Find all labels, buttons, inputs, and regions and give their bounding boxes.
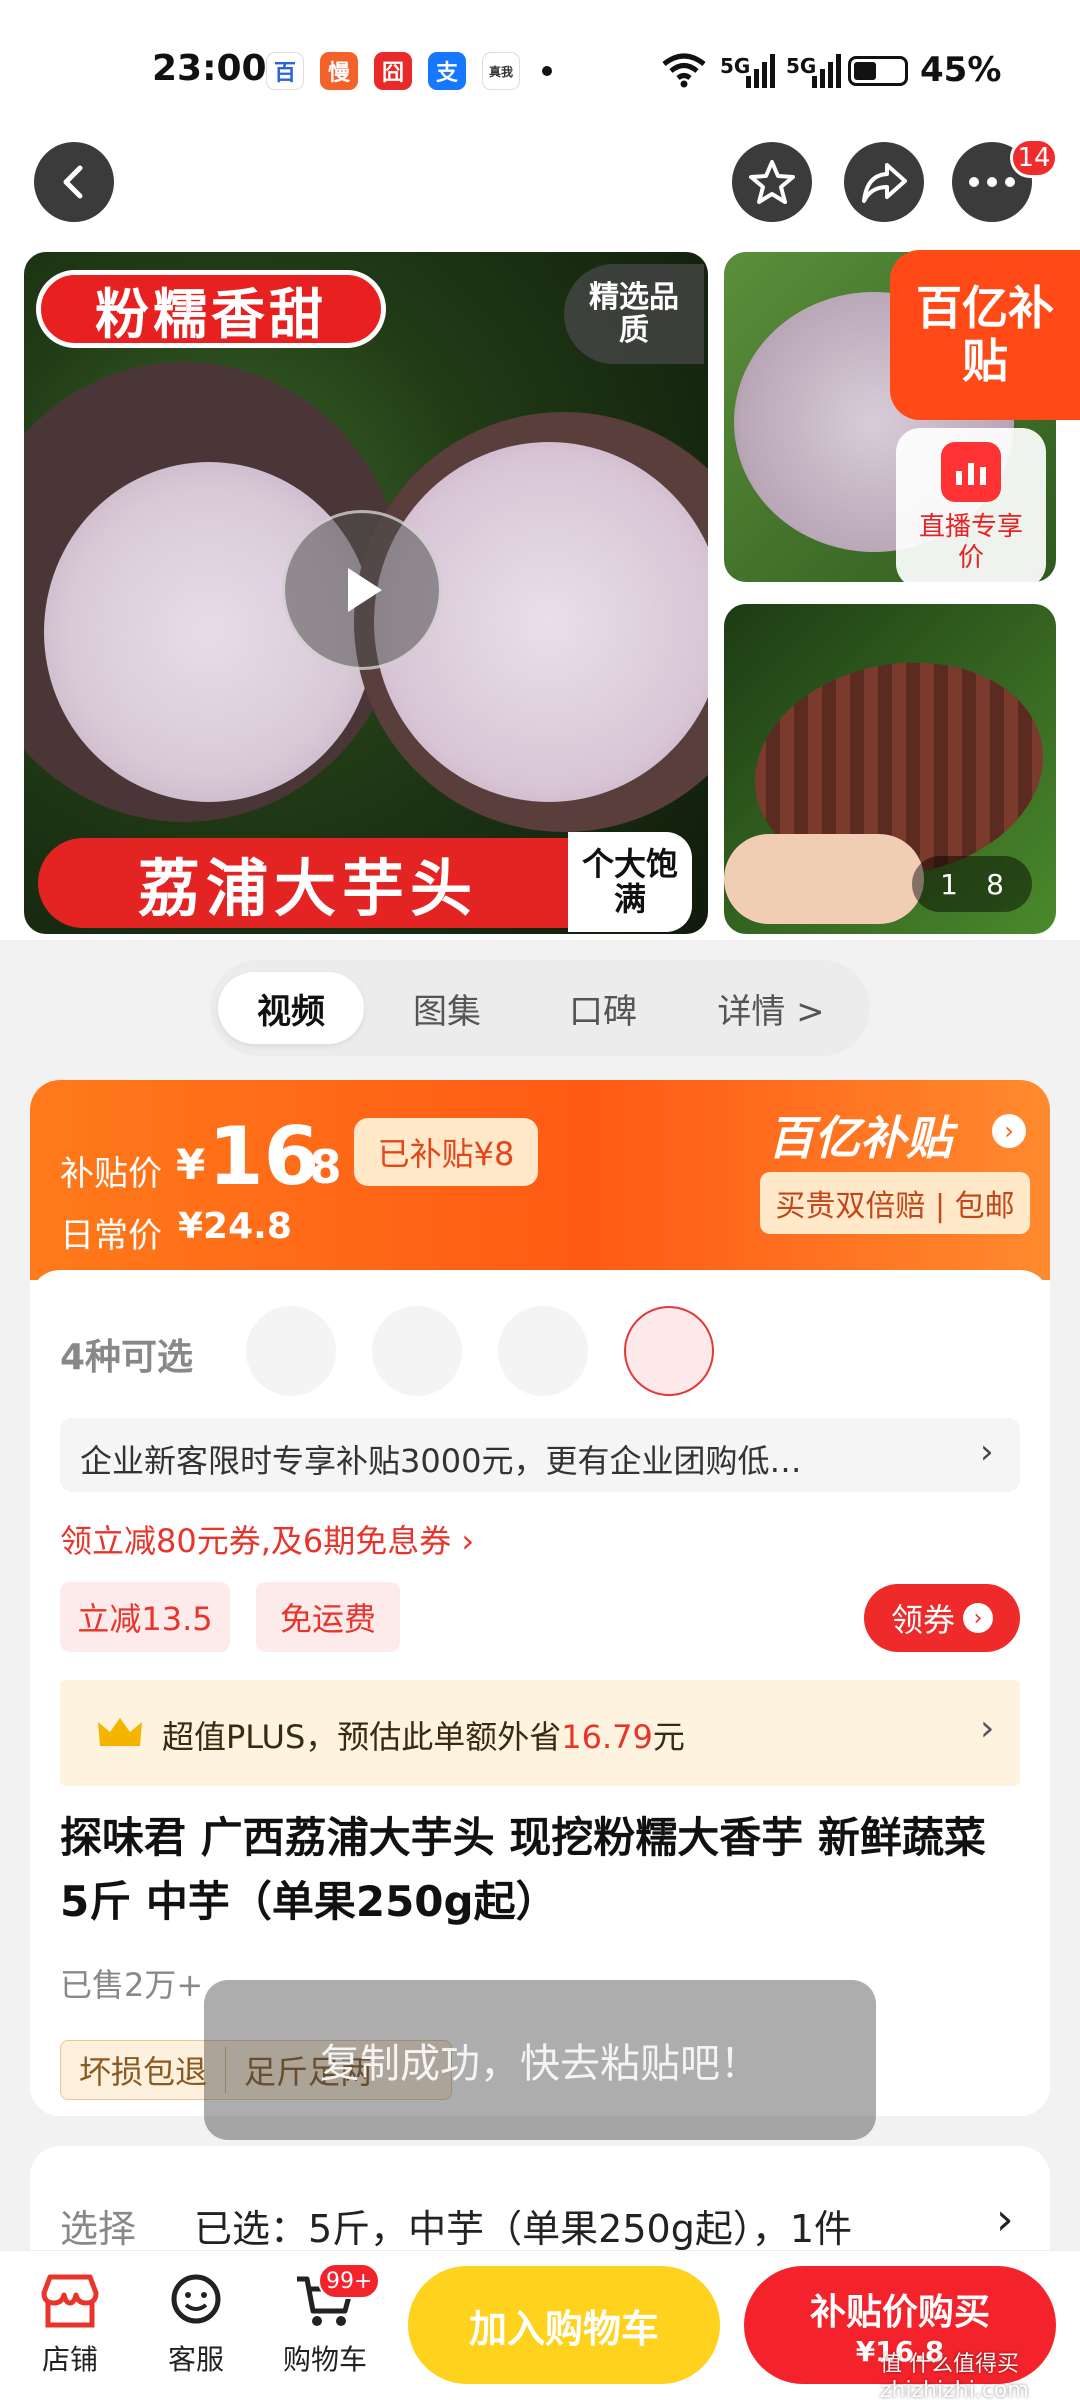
option-swatch-2[interactable] — [372, 1306, 462, 1396]
gallery-counter-current: 1 — [940, 867, 958, 901]
gallery-counter: 1 8 — [912, 856, 1032, 912]
enterprise-text: 企业新客限时专享补贴3000元，更有企业团购低… — [80, 1442, 802, 1480]
hand — [724, 834, 924, 924]
status-time: 23:00 — [152, 48, 267, 89]
subsidy-logo-badge: 百亿补贴 — [890, 250, 1080, 420]
sold-count: 已售2万+ — [60, 1966, 204, 2004]
tab-video[interactable]: 视频 — [218, 972, 364, 1044]
share-icon — [862, 163, 907, 203]
back-button[interactable] — [34, 142, 114, 222]
cart-label: 购物车 — [282, 2343, 367, 2376]
subsidized-chip: 已补贴¥8 — [354, 1118, 538, 1186]
buy-title: 补贴价购买 — [809, 2291, 990, 2333]
media-tabs: 视频 图集 口碑 详情 > — [210, 960, 870, 1056]
battery-icon — [848, 56, 908, 86]
crown-icon — [98, 1718, 142, 1746]
share-button[interactable] — [844, 142, 924, 222]
play-button[interactable] — [282, 510, 442, 670]
plus-banner[interactable]: 超值PLUS，预估此单额外省16.79元 › — [60, 1680, 1020, 1786]
option-swatch-4-selected[interactable] — [624, 1306, 714, 1396]
options-count: 4种可选 — [60, 1337, 194, 1378]
tab-details[interactable]: 详情 > — [686, 972, 856, 1044]
store-label: 店铺 — [41, 2343, 98, 2376]
signal-bars-icon — [746, 54, 775, 88]
plus-amount: 16.79 — [561, 1718, 653, 1756]
more-dots-icon — [969, 177, 1015, 187]
tab-gallery[interactable]: 图集 — [374, 972, 520, 1044]
coupon-chip-freeship: 免运费 — [256, 1582, 400, 1652]
notification-dot — [542, 66, 552, 76]
gallery-counter-total: 8 — [986, 867, 1004, 901]
plus-arrow-icon: › — [980, 1708, 995, 1749]
select-label: 选择 — [60, 2207, 137, 2251]
size-tag: 个大饱满 — [568, 832, 692, 932]
back-arrow-icon — [63, 165, 83, 199]
live-price-label: 直播专享价 — [918, 512, 1023, 574]
cart-badge: 99+ — [318, 2263, 381, 2299]
select-value: 已选：5斤，中芋（单果250g起），1件 — [194, 2207, 853, 2251]
option-swatch-1[interactable] — [246, 1306, 336, 1396]
service-label: 客服 — [167, 2343, 224, 2376]
battery-percent: 45% — [920, 50, 1002, 90]
store-button[interactable]: 店铺 — [20, 2271, 120, 2378]
product-title: 探味君 广西荔浦大芋头 现挖粉糯大香芋 新鲜蔬菜 5斤 中芋（单果250g起） — [60, 1813, 986, 1926]
claim-coupon-button[interactable]: 领券 › — [864, 1584, 1020, 1652]
copy-toast: 复制成功，快去粘贴吧！ — [204, 1980, 876, 2140]
enterprise-arrow-icon: › — [980, 1432, 994, 1472]
enterprise-banner[interactable]: 企业新客限时专享补贴3000元，更有企业团购低… › — [60, 1418, 1020, 1492]
baidu-app-icon: 百 — [266, 52, 304, 90]
subsidy-brand[interactable]: 百亿补贴 — [768, 1102, 952, 1168]
watermark: 值 什么值得买 zhizhizhi.com — [880, 2352, 1029, 2400]
plus-text-prefix: 超值PLUS，预估此单额外省 — [162, 1718, 562, 1756]
banner-top-label: 粉糯香甜 — [36, 270, 386, 348]
select-arrow-icon: › — [996, 2194, 1014, 2245]
tab-reviews[interactable]: 口碑 — [530, 972, 676, 1044]
price-card: 补贴价 ¥ 16 .8 已补贴¥8 日常价 ¥24.8 百亿补贴 › 买贵双倍赔… — [30, 1080, 1050, 2116]
customer-service-button[interactable]: 客服 — [146, 2271, 246, 2378]
add-to-cart-button[interactable]: 加入购物车 — [408, 2266, 720, 2384]
banner-bottom-label: 荔浦大芋头 — [38, 838, 578, 928]
coupon-chip-discount: 立减13.5 — [60, 1582, 230, 1652]
price-header: 补贴价 ¥ 16 .8 已补贴¥8 日常价 ¥24.8 百亿补贴 › 买贵双倍赔… — [30, 1080, 1050, 1280]
service-icon — [171, 2274, 221, 2324]
favorite-button[interactable] — [732, 142, 812, 222]
live-icon — [941, 442, 1001, 502]
plus-unit: 元 — [652, 1718, 685, 1756]
main-product-video[interactable]: 粉糯香甜 精选品质 荔浦大芋头 个大饱满 — [24, 252, 708, 934]
man-app-icon: 慢 — [320, 52, 358, 90]
regular-price: ¥24.8 — [178, 1206, 292, 1247]
currency-symbol: ¥ — [176, 1140, 206, 1189]
service-tag-damage: 坏损包退 — [61, 2047, 227, 2093]
quality-tag: 精选品质 — [564, 264, 704, 364]
price-decimal: .8 — [292, 1140, 342, 1194]
wifi-icon — [662, 53, 706, 88]
claim-coupon-label: 领券 — [890, 1601, 955, 1639]
status-bar: 23:00 百 慢 囧 支 真我 5G 5G 45% — [0, 0, 1080, 140]
brand-arrow-icon: › — [992, 1114, 1026, 1148]
option-swatch-3[interactable] — [498, 1306, 588, 1396]
live-price-badge[interactable]: 直播专享价 — [896, 428, 1046, 588]
guarantee-chip: 买贵双倍赔 | 包邮 — [760, 1172, 1030, 1234]
subsidy-price-label: 补贴价 — [60, 1154, 162, 1194]
store-icon — [41, 2274, 99, 2328]
jd-app-icon: 囧 — [374, 52, 412, 90]
coupon-link[interactable]: 领立减80元券,及6期免息券 › — [60, 1516, 474, 1562]
regular-price-label: 日常价 — [60, 1216, 162, 1256]
claim-arrow-icon: › — [963, 1603, 993, 1633]
notification-badge: 14 — [1010, 138, 1058, 178]
alipay-app-icon: 支 — [428, 52, 466, 90]
signal-bars-2-icon — [812, 54, 841, 88]
play-icon — [348, 568, 382, 612]
plus-text: 超值PLUS，预估此单额外省16.79元 — [162, 1712, 685, 1758]
star-icon — [749, 160, 795, 204]
realme-app-icon: 真我 — [482, 52, 520, 90]
